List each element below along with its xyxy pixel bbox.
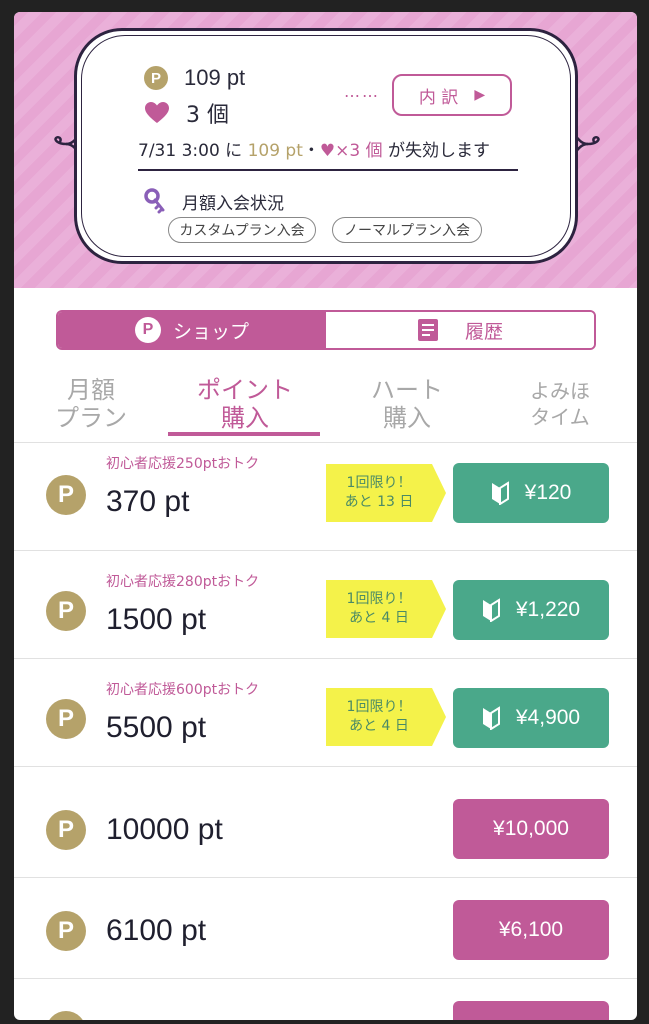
- point-coin-icon: P: [134, 317, 161, 343]
- buy-button[interactable]: ¥1,220: [453, 580, 609, 640]
- promo-label: 初心者応援600ptおトク: [106, 682, 260, 698]
- shop-history-toggle: P ショップ 履歴: [56, 310, 596, 350]
- shop-modal: P 109 pt 3 個 …… 内 訳 ▶ 7/31 3:00 に 109 pt…: [14, 12, 637, 1020]
- tab-monthly-plan[interactable]: 月額 プラン: [14, 368, 168, 444]
- beginner-mark-icon: [482, 706, 500, 730]
- points-value: 109 pt: [184, 65, 246, 90]
- custom-plan-badge: カスタムプラン入会: [168, 217, 316, 243]
- point-coin-icon: P: [46, 699, 86, 739]
- point-coin-icon: P: [46, 911, 86, 951]
- tab-shop[interactable]: P ショップ: [58, 312, 326, 348]
- buy-button[interactable]: ¥4,900: [453, 688, 609, 748]
- tab-yomiho-time[interactable]: よみほ タイム: [483, 368, 637, 444]
- app-frame: P 109 pt 3 個 …… 内 訳 ▶ 7/31 3:00 に 109 pt…: [0, 0, 649, 1024]
- point-coin-icon: P: [46, 810, 86, 850]
- point-amount: 6100 pt: [106, 914, 207, 947]
- buy-button[interactable]: ¥6,100: [453, 900, 609, 960]
- beginner-mark-icon: [491, 481, 509, 505]
- limited-offer-tag: 1回限り！ あと 4 日: [326, 688, 446, 746]
- expiry-notice: 7/31 3:00 に 109 pt・♥×3 個 が失効します: [138, 141, 490, 161]
- heart-icon: [145, 102, 169, 123]
- normal-plan-badge: ノーマルプラン入会: [332, 217, 482, 243]
- purchase-category-tabs: 月額 プラン ポイント 購入 ハート 購入 よみほ タイム: [14, 368, 637, 444]
- list-item: P 初心者応援280ptおトク 1500 pt 1回限り！ あと 4 日 ¥1,…: [14, 551, 637, 658]
- points-balance: P 109 pt: [144, 64, 245, 92]
- buy-button[interactable]: [453, 1001, 609, 1020]
- list-item: P 初心者応援250ptおトク 370 pt 1回限り！ あと 13 日 ¥12…: [14, 443, 637, 550]
- point-coin-icon: P: [46, 1011, 86, 1020]
- document-list-icon: [417, 319, 438, 341]
- limited-offer-tag: 1回限り！ あと 4 日: [326, 580, 446, 638]
- play-arrow-icon: ▶: [474, 87, 486, 103]
- point-amount: 5500 pt: [106, 711, 207, 744]
- dotted-leader: ……: [344, 82, 380, 101]
- key-icon: [144, 188, 165, 214]
- tab-heart-purchase[interactable]: ハート 購入: [330, 368, 484, 444]
- buy-button[interactable]: ¥10,000: [453, 799, 609, 859]
- hearts-balance: 3 個: [144, 98, 229, 128]
- point-coin-icon: P: [46, 591, 86, 631]
- point-coin-icon: P: [144, 66, 168, 90]
- hearts-value: 3 個: [186, 103, 229, 128]
- card-divider: [138, 169, 518, 171]
- beginner-mark-icon: [482, 598, 500, 622]
- list-item: P 10000 pt ¥10,000: [14, 767, 637, 877]
- point-amount: 10000 pt: [106, 813, 223, 846]
- active-tab-indicator: [168, 432, 320, 436]
- breakdown-button[interactable]: 内 訳 ▶: [392, 74, 512, 116]
- promo-label: 初心者応援280ptおトク: [106, 574, 260, 590]
- list-item: P 6100 pt ¥6,100: [14, 878, 637, 978]
- tab-history[interactable]: 履歴: [326, 312, 594, 348]
- limited-offer-tag: 1回限り！ あと 13 日: [326, 464, 446, 522]
- point-coin-icon: P: [46, 475, 86, 515]
- promo-label: 初心者応援250ptおトク: [106, 456, 260, 472]
- membership-status: 月額入会状況: [144, 188, 284, 214]
- list-item: P: [14, 979, 637, 1020]
- list-item: P 初心者応援600ptおトク 5500 pt 1回限り！ あと 4 日 ¥4,…: [14, 659, 637, 766]
- status-header: P 109 pt 3 個 …… 内 訳 ▶ 7/31 3:00 に 109 pt…: [14, 12, 637, 288]
- point-amount: 1500 pt: [106, 603, 207, 636]
- buy-button[interactable]: ¥120: [453, 463, 609, 523]
- point-amount: 370 pt: [106, 485, 190, 518]
